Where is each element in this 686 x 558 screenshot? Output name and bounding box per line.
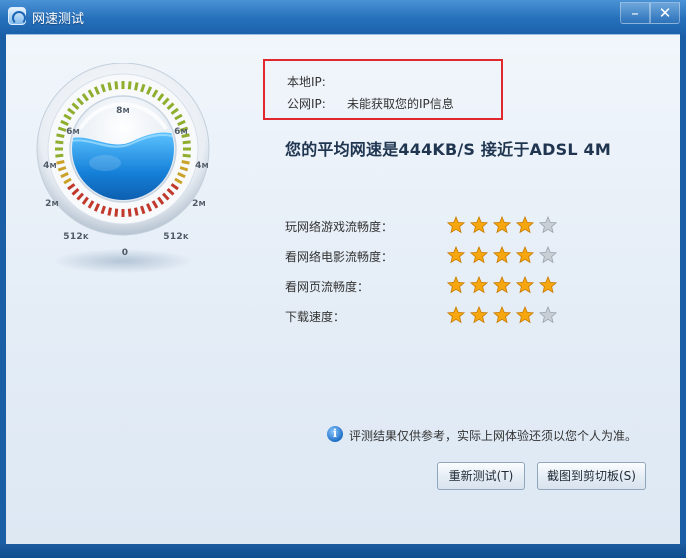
star-filled-icon	[516, 276, 534, 294]
star-empty-icon	[539, 216, 557, 234]
rating-label: 看网络电影流畅度：	[285, 250, 394, 264]
copy-screenshot-button[interactable]: 截图到剪切板(S)	[537, 462, 646, 490]
local-ip-label: 本地IP:	[287, 75, 326, 89]
gauge-label-512K-right: 512K	[163, 232, 189, 242]
star-filled-icon	[493, 276, 511, 294]
rating-label: 玩网络游戏流畅度：	[285, 220, 394, 234]
average-speed-headline: 您的平均网速是444KB/S 接近于ADSL 4M	[285, 140, 611, 159]
star-filled-icon	[516, 216, 534, 234]
minimize-button[interactable]: –	[620, 2, 650, 24]
star-filled-icon	[470, 216, 488, 234]
public-ip-value: 未能获取您的IP信息	[347, 97, 454, 111]
gauge-label-6M-left: 6M	[66, 127, 80, 137]
star-empty-icon	[539, 306, 557, 324]
gauge-label-4M-right: 4M	[195, 161, 209, 171]
close-button[interactable]: ✕	[650, 2, 680, 24]
speed-test-window: 网速测试 – ✕ 8M 6M 6M 4M 4M 2M 2M 512K 512K …	[0, 0, 686, 558]
rating-label: 看网页流畅度：	[285, 280, 370, 294]
app-logo-icon	[8, 7, 26, 25]
speed-gauge: 8M 6M 6M 4M 4M 2M 2M 512K 512K 0	[33, 63, 213, 283]
star-rating	[447, 306, 557, 324]
ip-info-highlight: 本地IP: 公网IP: 未能获取您的IP信息	[263, 59, 503, 120]
star-filled-icon	[470, 306, 488, 324]
star-filled-icon	[447, 306, 465, 324]
title-bar[interactable]: 网速测试 – ✕	[0, 0, 686, 34]
star-filled-icon	[447, 276, 465, 294]
star-filled-icon	[447, 216, 465, 234]
star-filled-icon	[470, 246, 488, 264]
gauge-label-0: 0	[121, 248, 129, 258]
star-filled-icon	[516, 306, 534, 324]
gauge-label-8M: 8M	[116, 106, 130, 116]
star-filled-icon	[470, 276, 488, 294]
star-filled-icon	[493, 216, 511, 234]
star-rating	[447, 276, 557, 294]
star-filled-icon	[447, 246, 465, 264]
window-title: 网速测试	[32, 12, 85, 27]
gauge-label-4M-left: 4M	[43, 161, 57, 171]
rating-label: 下载速度：	[285, 310, 346, 324]
info-icon: i	[327, 426, 343, 442]
retest-button[interactable]: 重新测试(T)	[437, 462, 525, 490]
gauge-label-512K-left: 512K	[63, 232, 89, 242]
gauge-label-2M-left: 2M	[45, 199, 59, 209]
window-bottom-border	[0, 544, 686, 558]
disclaimer-note: 评测结果仅供参考，实际上网体验还须以您个人为准。	[349, 429, 638, 443]
star-rating	[447, 246, 557, 264]
gauge-label-2M-right: 2M	[192, 199, 206, 209]
public-ip-label: 公网IP:	[287, 97, 326, 111]
star-filled-icon	[493, 306, 511, 324]
star-filled-icon	[539, 276, 557, 294]
star-empty-icon	[539, 246, 557, 264]
gauge-label-6M-right: 6M	[174, 127, 188, 137]
star-filled-icon	[493, 246, 511, 264]
star-filled-icon	[516, 246, 534, 264]
star-rating	[447, 216, 557, 234]
